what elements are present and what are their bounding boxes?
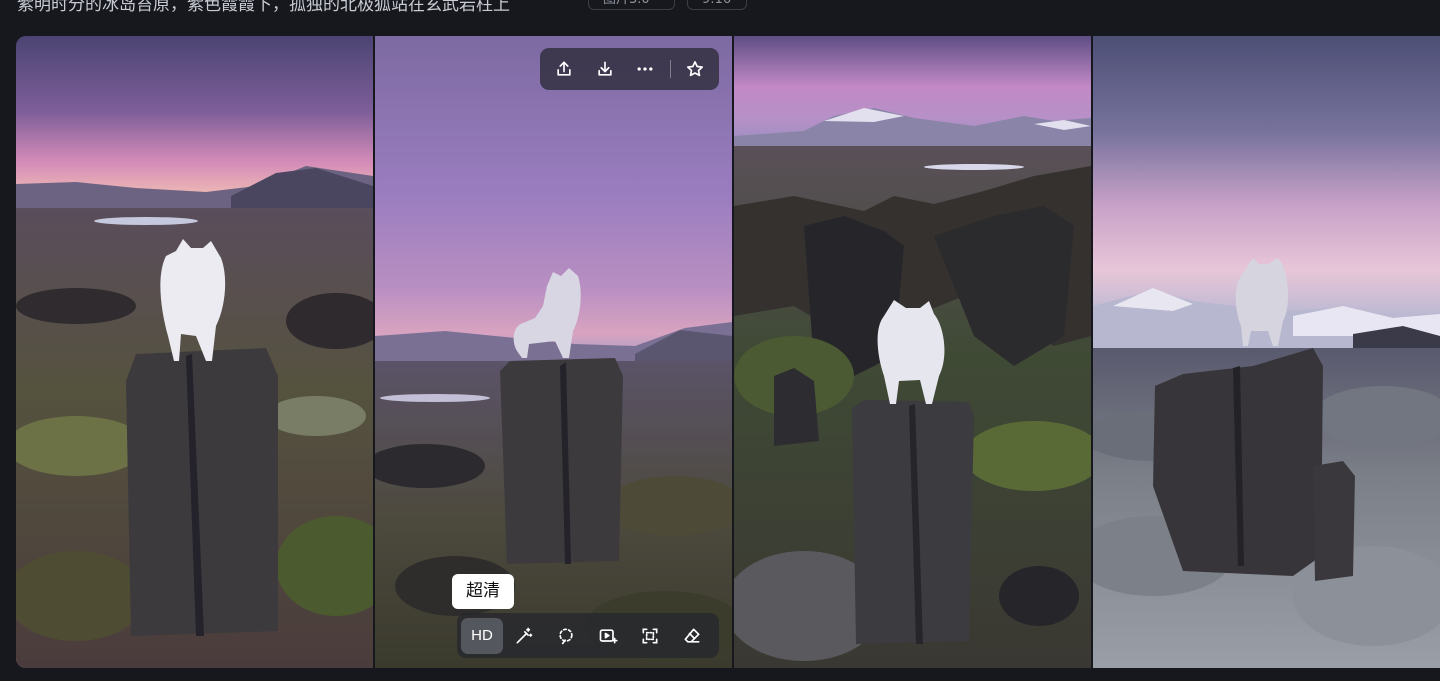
- magic-edit-button[interactable]: [503, 618, 545, 654]
- header-bar: 紫明时分的冰岛苔原，紫色霞霞下，孤独的北极狐站在玄武岩柱上 图片3.0 9:16: [0, 0, 1440, 22]
- generated-image-1[interactable]: [16, 36, 373, 668]
- image-4-art: [1093, 36, 1440, 668]
- share-button[interactable]: [544, 51, 585, 87]
- generated-image-2[interactable]: [375, 36, 732, 668]
- hd-upscale-button[interactable]: HD: [461, 617, 503, 654]
- star-icon: [686, 61, 703, 77]
- prompt-text: 紫明时分的冰岛苔原，紫色霞霞下，孤独的北极狐站在玄武岩柱上: [17, 0, 510, 15]
- image-top-toolbar: [540, 48, 719, 90]
- more-icon: [637, 67, 653, 71]
- expand-image-icon: [599, 628, 618, 643]
- favorite-button[interactable]: [675, 51, 716, 87]
- eraser-icon: [684, 628, 700, 643]
- crop-button[interactable]: [629, 618, 671, 654]
- generated-image-3[interactable]: [734, 36, 1091, 668]
- image-edit-toolbar: HD: [457, 613, 719, 658]
- image-3-art: [734, 36, 1091, 668]
- crop-icon: [642, 628, 658, 643]
- image-2-art: [375, 36, 732, 668]
- toolbar-separator: [669, 60, 671, 78]
- partial-redraw-button[interactable]: [545, 618, 587, 654]
- download-button[interactable]: [585, 51, 626, 87]
- ratio-chip[interactable]: 9:16: [687, 0, 747, 10]
- more-button[interactable]: [625, 51, 666, 87]
- magic-wand-icon: [516, 627, 533, 643]
- expand-image-button[interactable]: [587, 618, 629, 654]
- hd-tooltip: 超清: [452, 574, 514, 609]
- eraser-button[interactable]: [671, 618, 713, 654]
- generated-image-4[interactable]: [1093, 36, 1440, 668]
- lasso-erase-icon: [559, 628, 573, 644]
- download-icon: [598, 61, 612, 76]
- image-1-art: [16, 36, 373, 668]
- model-chip[interactable]: 图片3.0: [588, 0, 675, 10]
- share-icon: [557, 61, 571, 76]
